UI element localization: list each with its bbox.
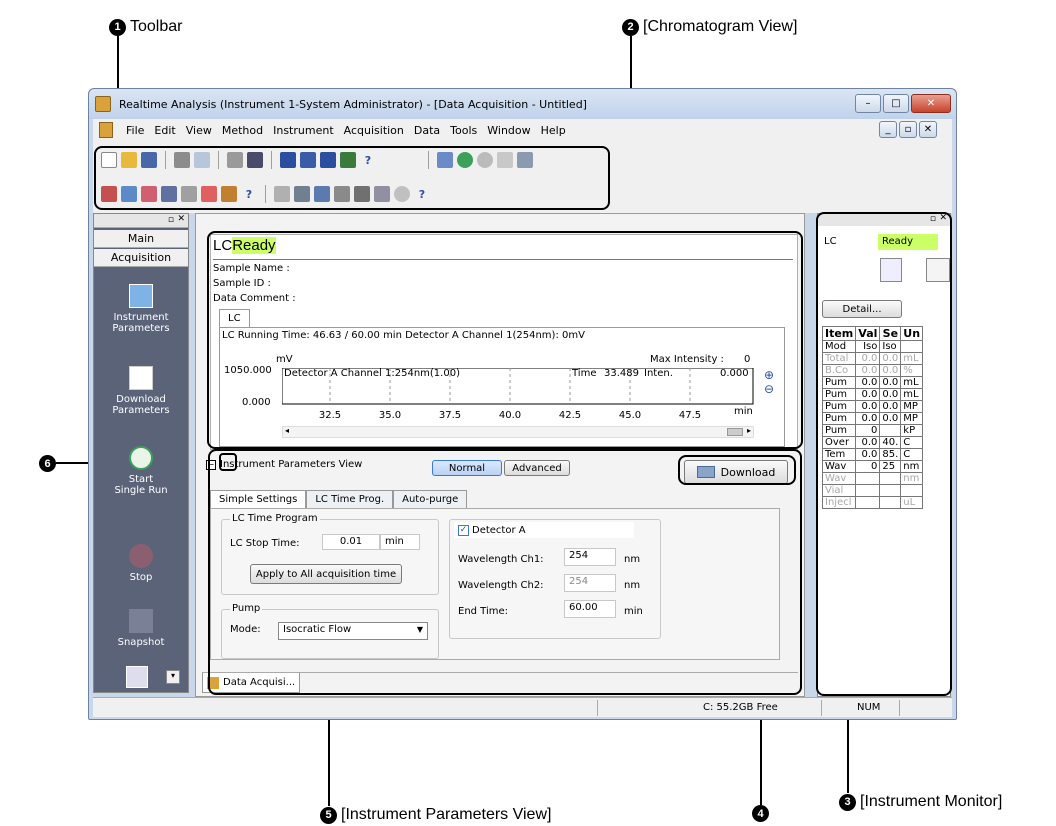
callout-number-6: 6 (39, 455, 56, 472)
sidebar-close-icon[interactable]: ✕ (177, 214, 185, 224)
menu-view[interactable]: View (181, 124, 217, 137)
child-restore-button[interactable]: ▫ (899, 121, 917, 138)
pin-icon[interactable]: ▫ (168, 215, 174, 225)
sidebar-scroll-down-icon[interactable]: ▾ (166, 670, 180, 684)
sidebar-item-label: Instrument Parameters (112, 312, 170, 334)
callout-label-toolbar: Toolbar (130, 18, 183, 35)
callout-instrument-monitor: 3 [Instrument Monitor] (839, 793, 1002, 811)
sidebar-item-label: Stop (129, 572, 153, 583)
download-parameters-icon (129, 366, 153, 390)
assistant-bar: ▫ ✕ Main Acquisition Instrument Paramete… (93, 213, 189, 693)
callout-label-monitor: [Instrument Monitor] (860, 793, 1003, 810)
disk-free-text: C: 55.2GB Free (703, 702, 778, 713)
callout-number-5: 5 (320, 806, 337, 824)
maximize-button[interactable]: □ (883, 94, 909, 113)
sidebar-item-label: Start Single Run (114, 474, 168, 496)
window-title: Realtime Analysis (Instrument 1-System A… (119, 98, 587, 111)
assistant-bar-header: ▫ ✕ (94, 214, 188, 228)
close-button[interactable]: ✕ (911, 94, 951, 113)
num-lock-indicator: NUM (857, 702, 881, 713)
menu-edit[interactable]: Edit (149, 124, 180, 137)
sidebar-tab-acquisition[interactable]: Acquisition (94, 249, 188, 267)
stop-icon (129, 544, 153, 568)
sidebar-item-download-parameters[interactable]: Download Parameters (94, 366, 188, 416)
callout-toolbar: 1 Toolbar (109, 18, 182, 36)
sidebar-item-instrument-parameters[interactable]: Instrument Parameters (94, 284, 188, 334)
child-close-icon: ✕ (923, 124, 933, 135)
close-icon: ✕ (926, 98, 936, 109)
callout-instrument-parameters-view: 5 [Instrument Parameters View] (320, 806, 551, 824)
menu-bar: File Edit View Method Instrument Acquisi… (93, 119, 952, 141)
menu-acquisition[interactable]: Acquisition (339, 124, 409, 137)
child-minimize-button[interactable]: _ (879, 121, 897, 138)
callout-collapse: 6 (39, 455, 56, 472)
callout-label-chromatogram: [Chromatogram View] (643, 18, 798, 35)
status-bar: C: 55.2GB Free NUM (93, 697, 952, 717)
sidebar-item-snapshot[interactable]: Snapshot (94, 609, 188, 648)
highlight-chromatogram-view (207, 231, 803, 449)
start-single-run-icon (129, 446, 153, 470)
app-icon (95, 96, 111, 112)
menu-file[interactable]: File (121, 124, 149, 137)
menu-method[interactable]: Method (217, 124, 268, 137)
menu-instrument[interactable]: Instrument (268, 124, 339, 137)
instrument-parameters-icon (129, 284, 153, 308)
title-bar: Realtime Analysis (Instrument 1-System A… (89, 89, 956, 119)
maximize-icon: □ (891, 98, 901, 109)
sidebar-item-stop[interactable]: Stop (94, 544, 188, 583)
highlight-toolbar (94, 146, 610, 210)
minimize-button[interactable]: – (855, 94, 881, 113)
callout-number-1: 1 (109, 18, 126, 36)
snapshot-icon (129, 609, 153, 633)
minimize-icon: – (865, 98, 871, 109)
callout-number-3: 3 (839, 793, 856, 811)
sidebar-item-start-single-run[interactable]: Start Single Run (94, 446, 188, 496)
sidebar-item-label: Snapshot (117, 637, 165, 648)
menu-window[interactable]: Window (482, 124, 535, 137)
callout-download: 4 (752, 805, 769, 822)
sidebar-tab-main[interactable]: Main (94, 230, 188, 248)
child-minimize-icon: _ (885, 124, 891, 135)
callout-number-2: 2 (622, 18, 639, 36)
menu-data[interactable]: Data (409, 124, 445, 137)
callout-label-params: [Instrument Parameters View] (341, 806, 552, 823)
child-close-button[interactable]: ✕ (919, 121, 937, 138)
highlight-collapse-button (219, 453, 237, 471)
sidebar-item-label: Download Parameters (112, 394, 170, 416)
document-icon (99, 122, 113, 138)
more-icon[interactable] (126, 666, 148, 688)
menu-help[interactable]: Help (536, 124, 571, 137)
highlight-instrument-monitor (816, 212, 952, 696)
child-restore-icon: ▫ (904, 124, 912, 135)
menu-tools[interactable]: Tools (445, 124, 482, 137)
highlight-instrument-parameters-view (208, 449, 802, 695)
callout-number-4: 4 (752, 805, 769, 822)
callout-chromatogram-view: 2 [Chromatogram View] (622, 18, 797, 36)
